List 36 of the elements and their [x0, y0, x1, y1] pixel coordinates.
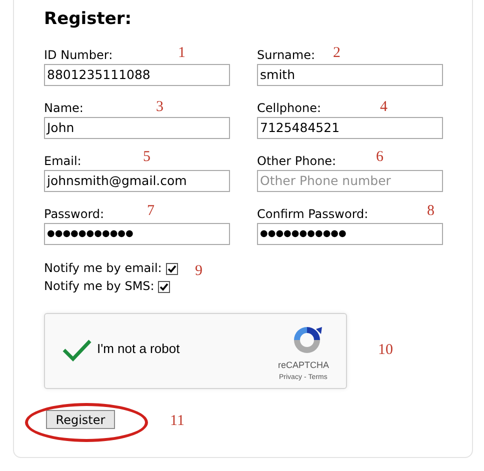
input-field[interactable]: smith	[257, 64, 443, 86]
annotation-number: 1	[178, 46, 186, 61]
captcha-label: I'm not a robot	[97, 342, 180, 355]
checkbox[interactable]	[166, 262, 178, 274]
field-label: Confirm Password:	[257, 207, 368, 222]
form-title: Register:	[44, 11, 132, 28]
field-label: Surname:	[257, 48, 316, 63]
annotation-number: 7	[147, 204, 154, 219]
field-label: Cellphone:	[257, 101, 322, 116]
field-label: Name:	[44, 101, 84, 116]
checkbox-label: Notify me by SMS:	[44, 279, 154, 294]
annotation-number: 9	[195, 264, 202, 279]
field-label: Other Phone:	[257, 154, 336, 169]
check-icon[interactable]	[62, 337, 92, 363]
register-button[interactable]: Register	[46, 410, 115, 429]
input-field[interactable]: John	[44, 117, 230, 139]
annotation-number: 8	[427, 204, 434, 219]
input-field[interactable]: 7125484521	[257, 117, 443, 139]
field-label: ID Number:	[44, 48, 113, 63]
checkbox[interactable]	[158, 280, 170, 292]
input-field[interactable]: ●●●●●●●●●●●	[44, 223, 230, 245]
annotation-number: 5	[143, 150, 150, 165]
checkbox-label: Notify me by email:	[44, 261, 162, 276]
input-field[interactable]: 8801235111088	[44, 64, 230, 86]
input-field[interactable]: ●●●●●●●●●●●	[257, 223, 443, 245]
captcha-brand: reCAPTCHA	[278, 361, 330, 370]
annotation-number: 2	[333, 46, 340, 61]
recaptcha-logo-icon	[291, 324, 323, 356]
field-label: Password:	[44, 207, 104, 222]
annotation-number: 10	[378, 343, 393, 358]
field-label: Email:	[44, 154, 82, 169]
input-field[interactable]: johnsmith@gmail.com	[44, 170, 230, 192]
annotation-number: 4	[380, 100, 388, 115]
annotation-number: 6	[376, 150, 384, 165]
annotation-number: 11	[170, 414, 184, 429]
annotation-number: 3	[156, 100, 164, 115]
